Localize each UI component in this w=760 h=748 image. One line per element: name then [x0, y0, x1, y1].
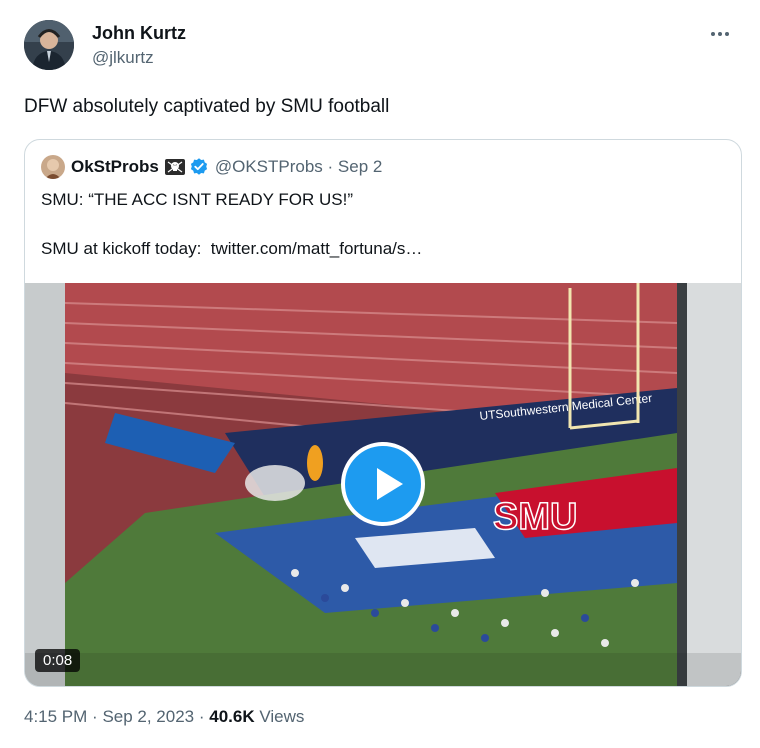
- quoted-author-avatar[interactable]: [41, 155, 65, 179]
- author-name[interactable]: John Kurtz: [92, 23, 186, 44]
- tweet-time[interactable]: 4:15 PM: [24, 707, 87, 726]
- quoted-link[interactable]: twitter.com/matt_fortuna/s…: [211, 239, 423, 258]
- quoted-tweet-header: OkStProbs @OKSTProbs · Sep 2: [41, 155, 382, 179]
- dot-separator: ·: [92, 707, 103, 726]
- quoted-date[interactable]: Sep 2: [338, 157, 382, 177]
- tweet-header: John Kurtz @jlkurtz: [24, 20, 740, 72]
- skull-crossbones-icon: [164, 159, 185, 175]
- views-count: 40.6K: [209, 707, 255, 726]
- dot-separator: ·: [322, 157, 338, 176]
- verified-badge-icon: [190, 158, 207, 175]
- video-player[interactable]: SMU UTSouthwestern Medical Center 0:08: [25, 283, 741, 686]
- banner-text: SMU: [493, 496, 577, 538]
- tweet-meta: 4:15 PM · Sep 2, 2023 · 40.6K Views: [24, 707, 304, 727]
- tweet-text: DFW absolutely captivated by SMU footbal…: [24, 96, 390, 117]
- author-handle[interactable]: @jlkurtz: [92, 48, 154, 68]
- quoted-text-line1: SMU: “THE ACC ISNT READY FOR US!”: [41, 190, 354, 209]
- quoted-author-name[interactable]: OkStProbs: [71, 157, 159, 177]
- quoted-text-prefix: SMU at kickoff today:: [41, 239, 202, 258]
- dot-separator: ·: [198, 707, 210, 726]
- quoted-author-handle[interactable]: @OKSTProbs: [215, 157, 323, 177]
- video-duration: 0:08: [35, 649, 81, 672]
- tweet-date[interactable]: Sep 2, 2023: [102, 707, 194, 726]
- author-avatar[interactable]: [24, 20, 74, 70]
- play-icon[interactable]: [341, 442, 425, 526]
- quoted-text-line2: SMU at kickoff today: twitter.com/matt_f…: [41, 239, 422, 259]
- views-label: Views: [259, 707, 305, 726]
- more-dots-icon[interactable]: [710, 20, 740, 48]
- quoted-tweet[interactable]: OkStProbs @OKSTProbs · Sep 2 SMU: “THE A…: [24, 139, 742, 687]
